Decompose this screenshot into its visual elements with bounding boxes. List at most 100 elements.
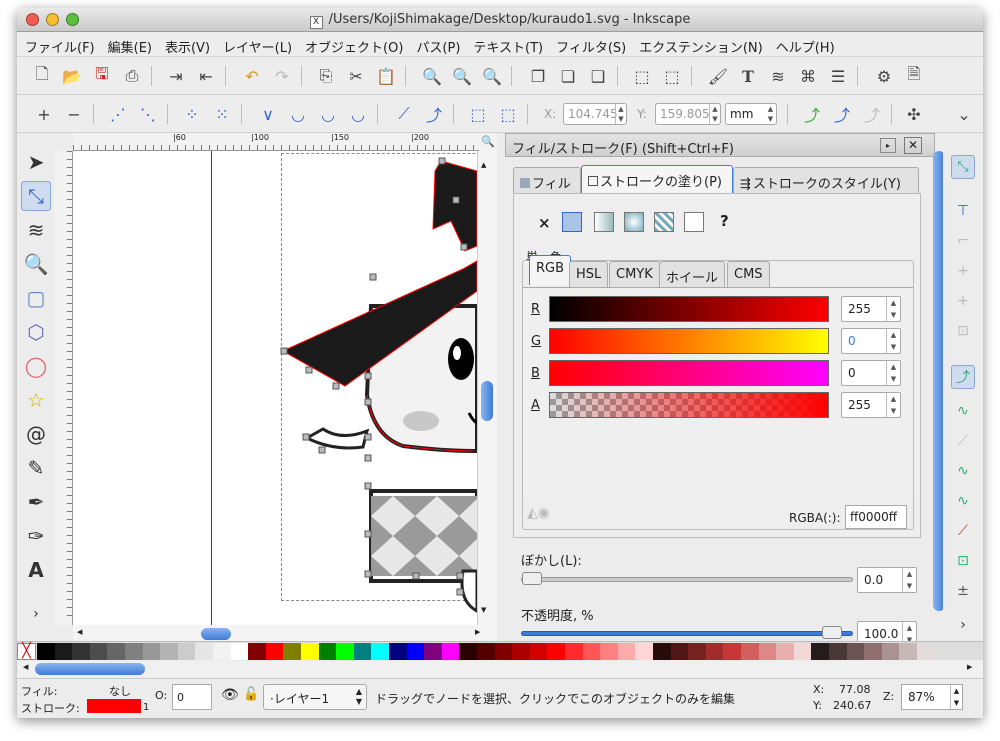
zoom-drawing-icon[interactable]: 🔍 xyxy=(451,65,473,87)
horizontal-scroll-thumb[interactable] xyxy=(201,628,231,640)
alpha-value-input[interactable]: 255 ▲ ▼ xyxy=(841,392,901,418)
palette-swatch[interactable] xyxy=(301,643,319,660)
join-nodes-icon[interactable]: ⋰ xyxy=(107,103,129,125)
document-properties-icon[interactable]: 🗎 xyxy=(903,64,925,87)
y-coordinate-input[interactable]: 159.805 ▲ ▼ xyxy=(655,103,721,125)
palette-swatch[interactable] xyxy=(547,643,566,660)
blue-value-input[interactable]: 0 ▲ ▼ xyxy=(841,360,901,386)
palette-swatch[interactable] xyxy=(195,643,214,660)
make-line-icon[interactable]: ⟋ xyxy=(393,103,415,125)
palette-swatch[interactable] xyxy=(213,643,231,660)
palette-swatch[interactable] xyxy=(89,643,108,660)
menu-text[interactable]: テキスト(T) xyxy=(465,33,548,56)
toolbar-overflow-icon[interactable]: ⌄ xyxy=(953,103,975,125)
stroke-color-indicator[interactable] xyxy=(87,699,141,713)
group-icon[interactable]: ⬚ xyxy=(631,65,653,87)
palette-scroll-thumb[interactable] xyxy=(35,663,145,675)
palette-swatch[interactable] xyxy=(565,643,583,660)
palette-scroll-left-icon[interactable]: ◀ xyxy=(23,663,28,671)
delete-segment-icon[interactable]: ⁙ xyxy=(211,103,233,125)
palette-swatch[interactable] xyxy=(793,643,812,660)
scroll-up-icon[interactable]: ▲ xyxy=(481,161,486,169)
status-opacity-input[interactable]: 0 xyxy=(172,684,212,710)
canvas-vertical-scrollbar[interactable]: ▲ ▼ xyxy=(477,151,497,625)
lock-icon[interactable]: 🔓 xyxy=(243,687,259,702)
red-slider[interactable] xyxy=(549,296,829,322)
palette-swatch[interactable] xyxy=(758,643,777,660)
palette-swatch[interactable] xyxy=(230,643,249,660)
snap-bbox-midpoint-icon[interactable]: + xyxy=(951,289,975,313)
color-tab-rgb[interactable]: RGB xyxy=(529,255,572,285)
palette-swatch[interactable] xyxy=(494,643,513,660)
palette-swatch[interactable] xyxy=(811,643,830,660)
palette-swatch[interactable] xyxy=(459,643,478,660)
palette-swatch[interactable] xyxy=(864,643,883,660)
preferences-icon[interactable]: ⚙ xyxy=(873,65,895,87)
x-coordinate-input[interactable]: 104.745 ▲ ▼ xyxy=(563,103,627,125)
cut-icon[interactable]: ✂ xyxy=(345,65,367,87)
palette-swatch[interactable] xyxy=(441,643,460,660)
menu-extensions[interactable]: エクステンション(N) xyxy=(631,33,767,56)
zoom-tool-icon[interactable]: 🔍 xyxy=(21,249,51,279)
palette-swatch[interactable] xyxy=(336,643,355,660)
menu-object[interactable]: オブジェクト(O) xyxy=(297,33,408,56)
menu-help[interactable]: ヘルプ(H) xyxy=(768,33,840,56)
palette-swatch[interactable] xyxy=(723,643,742,660)
menu-layer[interactable]: レイヤー(L) xyxy=(215,33,297,56)
palette-swatch[interactable] xyxy=(477,643,495,660)
palette-swatch[interactable] xyxy=(406,643,425,660)
palette-swatch[interactable] xyxy=(917,643,935,660)
snap-bbox-center-icon[interactable]: ⊡ xyxy=(951,319,975,343)
snap-cusp-icon[interactable]: ∿ xyxy=(951,459,975,483)
palette-swatch[interactable] xyxy=(600,643,619,660)
snap-intersection-icon[interactable]: ⟋ xyxy=(951,429,975,453)
selector-tool-icon[interactable]: ➤ xyxy=(21,147,51,177)
palette-swatch[interactable] xyxy=(125,643,143,660)
no-paint-swatch[interactable]: ╳ xyxy=(17,643,36,660)
unit-select[interactable]: mm ▲ ▼ xyxy=(725,103,777,125)
snap-midpoint-icon[interactable]: ⟋ xyxy=(951,519,975,543)
red-value-input[interactable]: 255 ▲ ▼ xyxy=(841,296,901,322)
palette-swatch[interactable] xyxy=(54,643,73,660)
stroke-to-path-icon[interactable]: ⬚ xyxy=(497,103,519,125)
palette-swatch[interactable] xyxy=(617,643,636,660)
color-tab-hsl[interactable]: HSL xyxy=(569,261,609,287)
text-font-icon[interactable]: T xyxy=(737,65,759,87)
palette-swatch[interactable] xyxy=(529,643,548,660)
palette-swatch[interactable] xyxy=(635,643,654,660)
palette-swatch[interactable] xyxy=(371,643,390,660)
toolbox-more-icon[interactable]: › xyxy=(21,599,51,629)
palette-swatch[interactable] xyxy=(705,643,724,660)
snap-bbox-edge-icon[interactable]: ⌐ xyxy=(951,229,975,253)
text-tool-icon[interactable]: A xyxy=(21,555,51,585)
zoom-page-icon[interactable]: 🔍 xyxy=(481,65,503,87)
tab-fill[interactable]: フィル xyxy=(513,167,581,193)
palette-swatch[interactable] xyxy=(688,643,707,660)
clone-icon[interactable]: ❏ xyxy=(557,65,579,87)
palette-swatch[interactable] xyxy=(107,643,126,660)
palette-swatch[interactable] xyxy=(318,643,337,660)
pattern-button[interactable] xyxy=(654,212,674,232)
transform-handles-icon[interactable]: ✣ xyxy=(903,103,925,125)
fill-stroke-icon[interactable]: 🖌 xyxy=(707,65,729,87)
snap-smooth-icon[interactable]: ∿ xyxy=(951,489,975,513)
snap-nodes-icon[interactable]: ⤴ xyxy=(951,365,975,389)
palette-swatch[interactable] xyxy=(829,643,847,660)
snap-center-icon[interactable]: ⊡ xyxy=(951,549,975,573)
menu-filters[interactable]: フィルタ(S) xyxy=(548,33,631,56)
palette-swatch[interactable] xyxy=(265,643,284,660)
vertical-scroll-thumb[interactable] xyxy=(481,381,493,421)
snapbar-more-icon[interactable]: › xyxy=(951,613,975,637)
rectangle-tool-icon[interactable]: ▢ xyxy=(21,283,51,313)
scroll-down-icon[interactable]: ▼ xyxy=(481,606,486,614)
palette-swatch[interactable] xyxy=(283,643,302,660)
menu-file[interactable]: ファイル(F) xyxy=(17,33,100,56)
rgba-input[interactable]: ff0000ff xyxy=(845,505,907,529)
export-icon[interactable]: ⇤ xyxy=(195,65,217,87)
smooth-node-icon[interactable]: ◡ xyxy=(287,103,309,125)
palette-swatch[interactable] xyxy=(899,643,918,660)
new-document-icon[interactable]: 🗋 xyxy=(31,64,53,87)
snap-rotation-center-icon[interactable]: ± xyxy=(951,579,975,603)
ungroup-icon[interactable]: ⬚ xyxy=(661,65,683,87)
menu-edit[interactable]: 編集(E) xyxy=(100,33,157,56)
